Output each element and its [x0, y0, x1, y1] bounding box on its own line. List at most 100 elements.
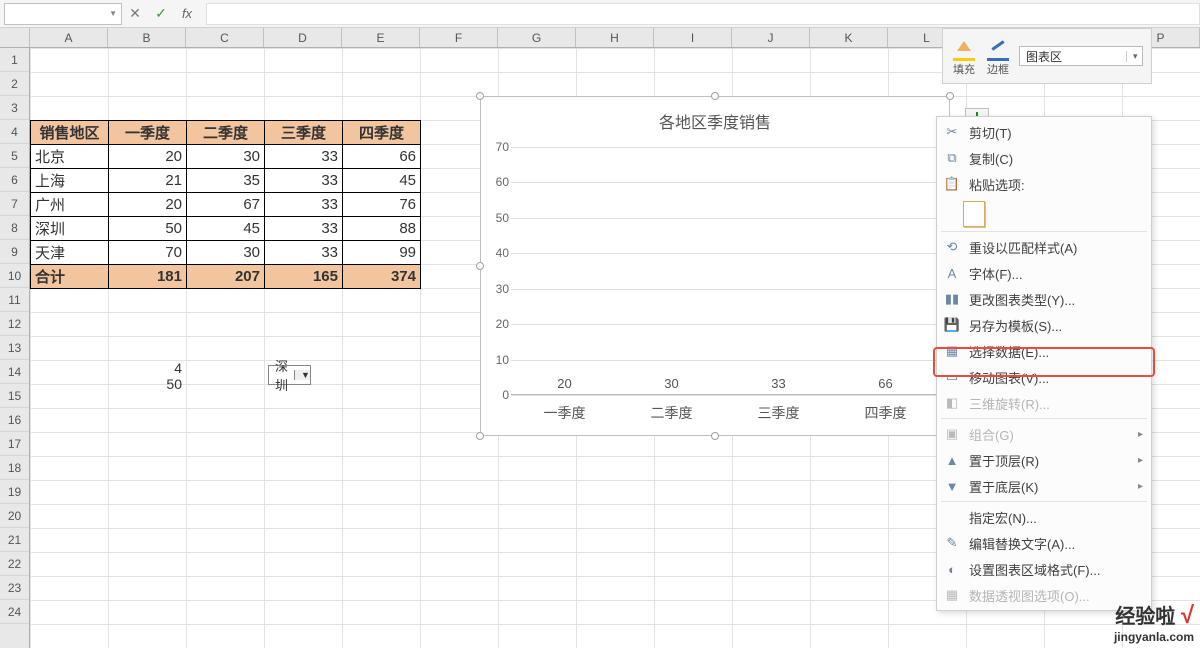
resize-handle[interactable]: [476, 432, 484, 440]
menu-save-template[interactable]: 💾另存为模板(S)...: [937, 312, 1151, 338]
table-header[interactable]: 销售地区: [31, 121, 109, 145]
table-cell[interactable]: 33: [265, 169, 343, 193]
menu-change-chart-type[interactable]: ▮▮更改图表类型(Y)...: [937, 286, 1151, 312]
menu-alt-text[interactable]: ✎编辑替换文字(A)...: [937, 530, 1151, 556]
table-cell[interactable]: 45: [343, 169, 421, 193]
row-header[interactable]: 12: [0, 312, 29, 336]
row-header[interactable]: 10: [0, 264, 29, 288]
menu-reset-style[interactable]: ⟲重设以匹配样式(A): [937, 234, 1151, 260]
resize-handle[interactable]: [476, 92, 484, 100]
confirm-formula-icon[interactable]: ✓: [148, 5, 174, 22]
table-cell[interactable]: 33: [265, 217, 343, 241]
table-cell[interactable]: 45: [187, 217, 265, 241]
column-header[interactable]: I: [654, 28, 732, 47]
row-header[interactable]: 24: [0, 600, 29, 624]
row-header[interactable]: 16: [0, 408, 29, 432]
row-header[interactable]: 2: [0, 72, 29, 96]
table-cell[interactable]: 21: [109, 169, 187, 193]
row-header[interactable]: 3: [0, 96, 29, 120]
row-header[interactable]: 9: [0, 240, 29, 264]
table-cell[interactable]: 30: [187, 145, 265, 169]
table-header[interactable]: 四季度: [343, 121, 421, 145]
column-header[interactable]: C: [186, 28, 264, 47]
table-cell[interactable]: 合计: [31, 265, 109, 289]
region-combo[interactable]: 深圳 ▼: [268, 365, 311, 385]
table-cell[interactable]: 20: [109, 145, 187, 169]
row-header[interactable]: 6: [0, 168, 29, 192]
column-header[interactable]: B: [108, 28, 186, 47]
table-cell[interactable]: 70: [109, 241, 187, 265]
table-header[interactable]: 二季度: [187, 121, 265, 145]
fill-button[interactable]: 填充: [951, 36, 977, 77]
table-cell[interactable]: 深圳: [31, 217, 109, 241]
table-cell[interactable]: 33: [265, 193, 343, 217]
chart-title[interactable]: 各地区季度销售: [481, 109, 949, 133]
table-cell[interactable]: 181: [109, 265, 187, 289]
row-header[interactable]: 17: [0, 432, 29, 456]
formula-input[interactable]: [206, 3, 1200, 25]
menu-font[interactable]: A字体(F)...: [937, 260, 1151, 286]
row-header[interactable]: 19: [0, 480, 29, 504]
menu-send-back[interactable]: ▼置于底层(K)▸: [937, 473, 1151, 499]
column-header[interactable]: E: [342, 28, 420, 47]
row-header[interactable]: 15: [0, 384, 29, 408]
column-header[interactable]: A: [30, 28, 108, 47]
table-cell[interactable]: 20: [109, 193, 187, 217]
chart-area-combo[interactable]: 图表区 ▾: [1019, 46, 1143, 66]
table-cell[interactable]: 374: [343, 265, 421, 289]
resize-handle[interactable]: [476, 262, 484, 270]
table-cell[interactable]: 76: [343, 193, 421, 217]
row-header[interactable]: 8: [0, 216, 29, 240]
table-cell[interactable]: 50: [109, 217, 187, 241]
table-cell[interactable]: 广州: [31, 193, 109, 217]
table-cell[interactable]: 165: [265, 265, 343, 289]
table-cell[interactable]: 99: [343, 241, 421, 265]
table-cell[interactable]: 67: [187, 193, 265, 217]
column-header[interactable]: F: [420, 28, 498, 47]
table-cell[interactable]: 天津: [31, 241, 109, 265]
table-cell[interactable]: 30: [187, 241, 265, 265]
table-header[interactable]: 三季度: [265, 121, 343, 145]
menu-move-chart[interactable]: ▭移动图表(V)...: [937, 364, 1151, 390]
row-header[interactable]: 4: [0, 120, 29, 144]
table-cell[interactable]: 北京: [31, 145, 109, 169]
table-cell[interactable]: 66: [343, 145, 421, 169]
menu-bring-front[interactable]: ▲置于顶层(R)▸: [937, 447, 1151, 473]
resize-handle[interactable]: [711, 92, 719, 100]
resize-handle[interactable]: [946, 92, 954, 100]
border-button[interactable]: 边框: [985, 36, 1011, 77]
column-header[interactable]: H: [576, 28, 654, 47]
table-cell[interactable]: 33: [265, 241, 343, 265]
row-header[interactable]: 7: [0, 192, 29, 216]
paste-option-button[interactable]: [963, 201, 985, 227]
row-header[interactable]: 20: [0, 504, 29, 528]
row-header[interactable]: 11: [0, 288, 29, 312]
row-header[interactable]: 18: [0, 456, 29, 480]
row-header[interactable]: 21: [0, 528, 29, 552]
select-all-corner[interactable]: [0, 28, 30, 47]
column-header[interactable]: J: [732, 28, 810, 47]
chart-object[interactable]: 各地区季度销售 010203040506070 20303366 一季度二季度三…: [480, 96, 950, 436]
table-cell[interactable]: 207: [187, 265, 265, 289]
menu-cut[interactable]: ✂剪切(T): [937, 119, 1151, 145]
table-cell[interactable]: 上海: [31, 169, 109, 193]
row-header[interactable]: 1: [0, 48, 29, 72]
table-header[interactable]: 一季度: [109, 121, 187, 145]
row-header[interactable]: 23: [0, 576, 29, 600]
cancel-formula-icon[interactable]: ✕: [122, 5, 148, 22]
row-header[interactable]: 5: [0, 144, 29, 168]
chart-plot-area[interactable]: 010203040506070 20303366 一季度二季度三季度四季度: [511, 147, 939, 395]
table-cell[interactable]: 88: [343, 217, 421, 241]
fx-icon[interactable]: fx: [174, 6, 200, 21]
table-cell[interactable]: 33: [265, 145, 343, 169]
table-cell[interactable]: 35: [187, 169, 265, 193]
menu-format-chart-area[interactable]: ◐设置图表区域格式(F)...: [937, 556, 1151, 582]
menu-copy[interactable]: ⧉复制(C): [937, 145, 1151, 171]
resize-handle[interactable]: [711, 432, 719, 440]
name-box[interactable]: ▼: [4, 3, 122, 25]
row-header[interactable]: 14: [0, 360, 29, 384]
row-header[interactable]: 22: [0, 552, 29, 576]
row-header[interactable]: 13: [0, 336, 29, 360]
column-header[interactable]: G: [498, 28, 576, 47]
column-header[interactable]: D: [264, 28, 342, 47]
